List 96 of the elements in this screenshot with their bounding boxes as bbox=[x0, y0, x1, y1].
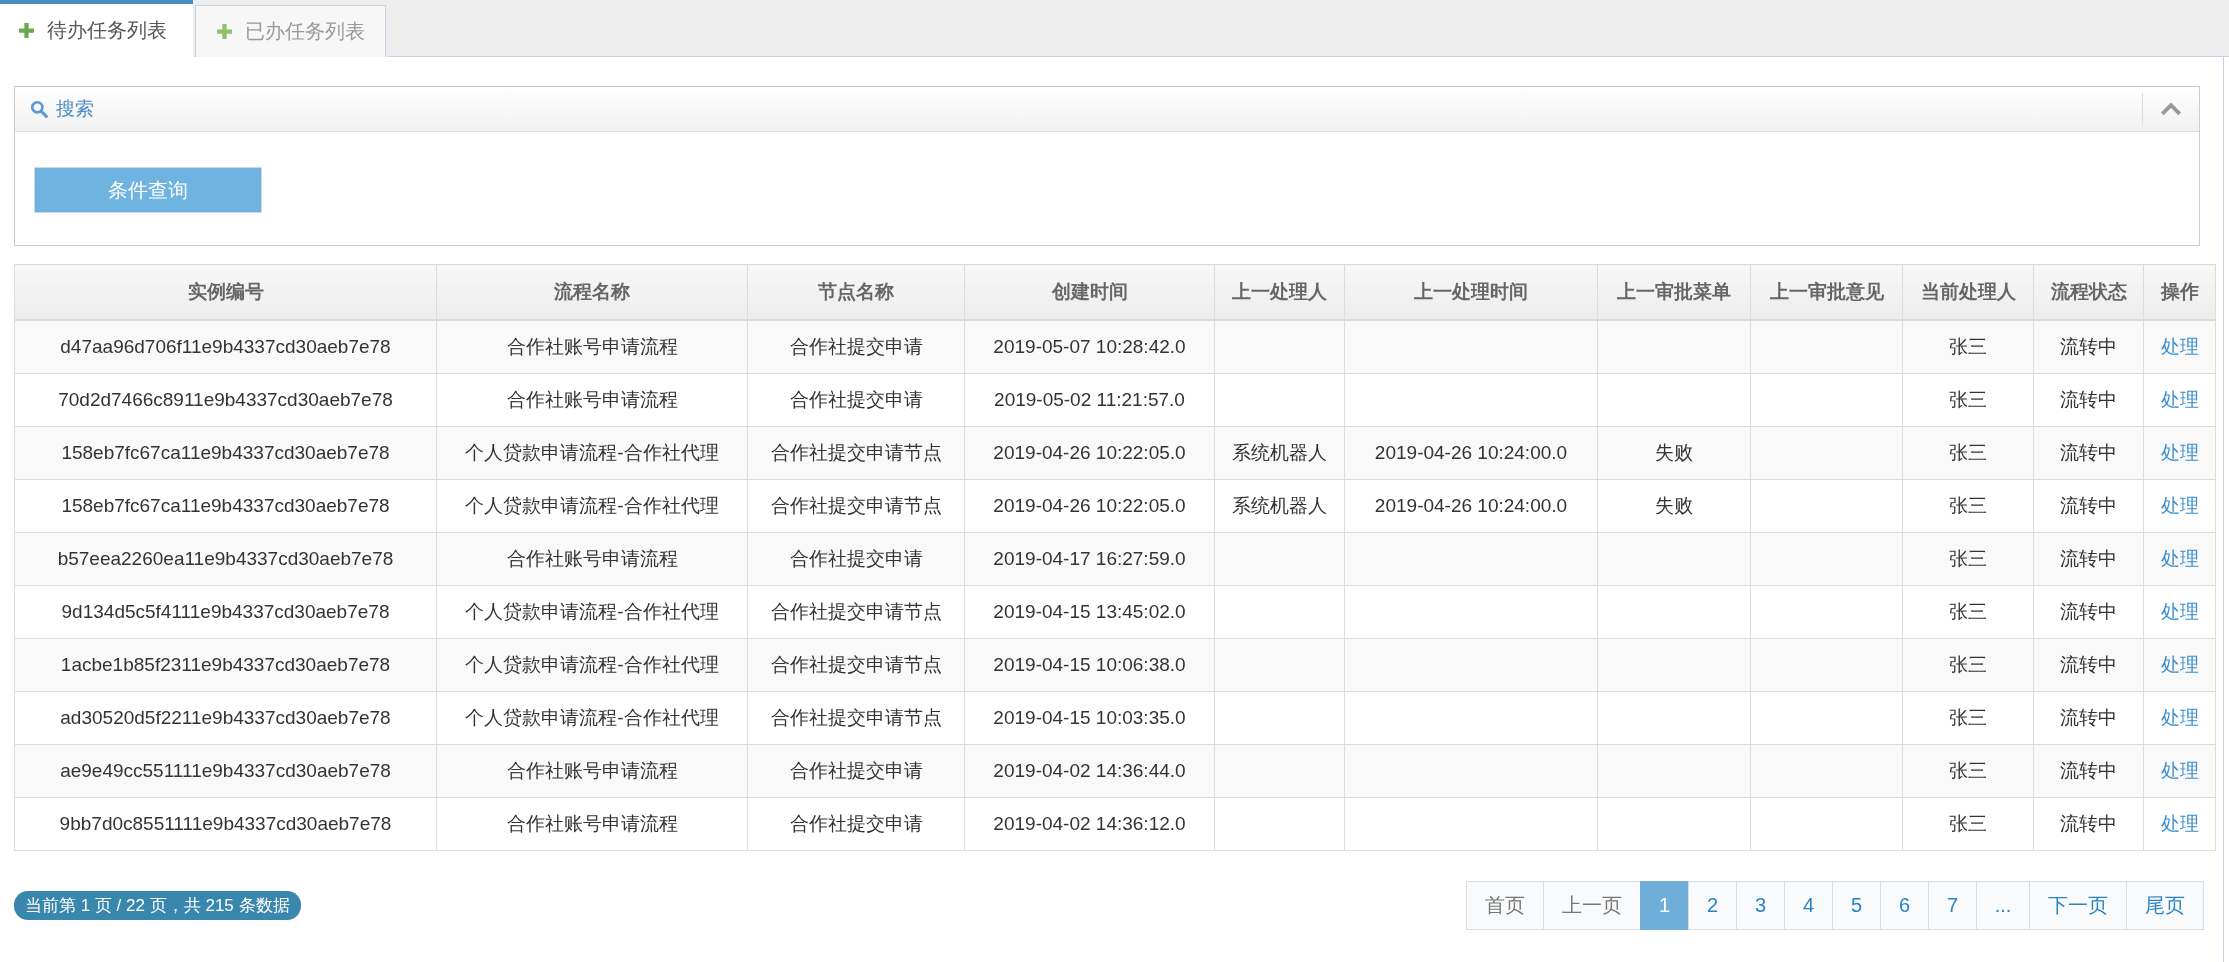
table-cell: 张三 bbox=[1949, 442, 1987, 463]
table-cell: 合作社账号申请流程 bbox=[506, 760, 678, 781]
table-cell: 158eb7fc67ca11e9b4337cd30aeb7e78 bbox=[61, 495, 390, 516]
column-header: 上一处理时间 bbox=[1344, 264, 1598, 320]
table-cell: 158eb7fc67ca11e9b4337cd30aeb7e78 bbox=[61, 442, 390, 463]
table-cell: 张三 bbox=[1949, 389, 1987, 410]
table-cell: 2019-05-07 10:28:42.0 bbox=[993, 336, 1186, 357]
table-cell: 张三 bbox=[1949, 495, 1987, 516]
column-header: 上一审批菜单 bbox=[1597, 264, 1751, 320]
page-button[interactable]: 7 bbox=[1928, 881, 1977, 930]
table-cell: 张三 bbox=[1949, 760, 1987, 781]
table-cell: 张三 bbox=[1949, 548, 1987, 569]
table-cell: 合作社提交申请节点 bbox=[770, 601, 942, 622]
table-cell: 2019-04-26 10:24:00.0 bbox=[1374, 495, 1568, 516]
page-info-badge: 当前第 1 页 / 22 页，共 215 条数据 bbox=[14, 891, 301, 920]
page-button[interactable]: ... bbox=[1976, 881, 2030, 930]
table-cell: 个人贷款申请流程-合作社代理 bbox=[465, 654, 719, 675]
table-cell: 系统机器人 bbox=[1232, 442, 1327, 463]
table-cell: 2019-04-26 10:22:05.0 bbox=[993, 495, 1186, 516]
table-cell: 9d134d5c5f4111e9b4337cd30aeb7e78 bbox=[61, 601, 390, 622]
table-cell: 流转中 bbox=[2060, 707, 2117, 728]
tab[interactable]: 待办任务列表 bbox=[0, 0, 193, 57]
table-cell: ad30520d5f2211e9b4337cd30aeb7e78 bbox=[60, 707, 391, 728]
table-cell: 2019-04-02 14:36:12.0 bbox=[993, 813, 1186, 834]
table-cell: 流转中 bbox=[2060, 548, 2117, 569]
tab[interactable]: 已办任务列表 bbox=[195, 5, 386, 57]
table-cell: 2019-04-15 13:45:02.0 bbox=[993, 601, 1186, 622]
table-cell: 9bb7d0c8551111e9b4337cd30aeb7e78 bbox=[59, 813, 392, 834]
table-cell: 2019-04-15 10:06:38.0 bbox=[993, 654, 1186, 675]
table-cell: 个人贷款申请流程-合作社代理 bbox=[465, 707, 719, 728]
table-cell: 合作社账号申请流程 bbox=[506, 548, 678, 569]
table-cell: 流转中 bbox=[2060, 495, 2117, 516]
table-cell: 流转中 bbox=[2060, 813, 2117, 834]
table-cell: 个人贷款申请流程-合作社代理 bbox=[465, 601, 719, 622]
page-button[interactable]: 2 bbox=[1688, 881, 1737, 930]
table-cell: 流转中 bbox=[2060, 442, 2117, 463]
table-cell: 合作社账号申请流程 bbox=[506, 336, 678, 357]
column-header: 当前处理人 bbox=[1902, 264, 2034, 320]
table-cell: 合作社账号申请流程 bbox=[506, 813, 678, 834]
column-header: 节点名称 bbox=[747, 264, 965, 320]
table-cell: 2019-04-26 10:24:00.0 bbox=[1374, 442, 1568, 463]
table-cell: 张三 bbox=[1949, 336, 1987, 357]
query-button[interactable]: 条件查询 bbox=[34, 167, 262, 213]
column-header: 流程状态 bbox=[2033, 264, 2144, 320]
panel-title: 搜索 bbox=[56, 97, 94, 121]
collapse-icon[interactable] bbox=[2160, 102, 2182, 116]
page-button[interactable]: 5 bbox=[1832, 881, 1881, 930]
table-cell: 2019-04-15 10:03:35.0 bbox=[993, 707, 1186, 728]
table-cell: 张三 bbox=[1949, 654, 1987, 675]
table-cell: 张三 bbox=[1949, 813, 1987, 834]
table-cell: ae9e49cc551111e9b4337cd30aeb7e78 bbox=[60, 760, 391, 781]
table-cell: b57eea2260ea11e9b4337cd30aeb7e78 bbox=[57, 548, 394, 569]
column-header: 操作 bbox=[2143, 264, 2216, 320]
table-cell: 合作社账号申请流程 bbox=[506, 389, 678, 410]
column-header: 上一处理人 bbox=[1214, 264, 1345, 320]
page-button[interactable]: 4 bbox=[1784, 881, 1833, 930]
table-cell: 合作社提交申请 bbox=[789, 548, 923, 569]
search-icon bbox=[30, 100, 48, 118]
table-cell: 合作社提交申请节点 bbox=[770, 442, 942, 463]
column-header: 上一审批意见 bbox=[1750, 264, 1903, 320]
plus-icon bbox=[216, 23, 233, 40]
page-button[interactable]: 下一页 bbox=[2029, 881, 2127, 930]
table-cell: 流转中 bbox=[2060, 760, 2117, 781]
table-cell: 2019-04-17 16:27:59.0 bbox=[993, 548, 1186, 569]
table-cell: d47aa96d706f11e9b4337cd30aeb7e78 bbox=[60, 336, 391, 357]
table-cell: 流转中 bbox=[2060, 389, 2117, 410]
table-cell: 流转中 bbox=[2060, 336, 2117, 357]
page-button[interactable]: 尾页 bbox=[2126, 881, 2204, 930]
table-cell: 失败 bbox=[1655, 495, 1693, 516]
table-cell: 个人贷款申请流程-合作社代理 bbox=[465, 495, 719, 516]
page-button[interactable]: 6 bbox=[1880, 881, 1929, 930]
table-cell: 70d2d7466c8911e9b4337cd30aeb7e78 bbox=[58, 389, 393, 410]
table-cell: 失败 bbox=[1655, 442, 1693, 463]
table-cell: 2019-04-26 10:22:05.0 bbox=[993, 442, 1186, 463]
table-cell: 合作社提交申请 bbox=[789, 389, 923, 410]
table-cell: 2019-05-02 11:21:57.0 bbox=[994, 389, 1185, 410]
page-button[interactable]: 1 bbox=[1640, 881, 1689, 930]
column-header: 创建时间 bbox=[964, 264, 1215, 320]
table-cell: 合作社提交申请节点 bbox=[770, 654, 942, 675]
table-cell: 合作社提交申请 bbox=[789, 760, 923, 781]
table-cell: 流转中 bbox=[2060, 601, 2117, 622]
column-header: 流程名称 bbox=[436, 264, 748, 320]
column-header: 实例编号 bbox=[14, 264, 437, 320]
page-button[interactable]: 3 bbox=[1736, 881, 1785, 930]
table-cell: 系统机器人 bbox=[1232, 495, 1327, 516]
table-cell: 1acbe1b85f2311e9b4337cd30aeb7e78 bbox=[60, 654, 391, 675]
table-cell: 合作社提交申请 bbox=[789, 336, 923, 357]
plus-icon bbox=[18, 22, 35, 39]
table-cell: 个人贷款申请流程-合作社代理 bbox=[465, 442, 719, 463]
table-cell: 流转中 bbox=[2060, 654, 2117, 675]
table-cell: 合作社提交申请节点 bbox=[770, 707, 942, 728]
table-cell: 张三 bbox=[1949, 707, 1987, 728]
table-cell: 张三 bbox=[1949, 601, 1987, 622]
table-cell: 合作社提交申请节点 bbox=[770, 495, 942, 516]
table-cell: 合作社提交申请 bbox=[789, 813, 923, 834]
table-cell: 2019-04-02 14:36:44.0 bbox=[993, 760, 1186, 781]
